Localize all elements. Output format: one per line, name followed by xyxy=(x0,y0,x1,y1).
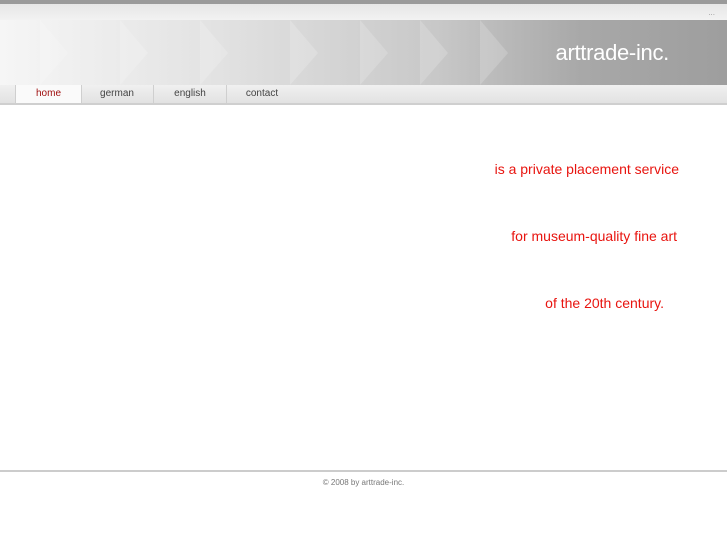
chevron-decoration xyxy=(120,20,148,85)
footer-copyright: © 2008 by arttrade-inc. xyxy=(322,478,405,487)
main-nav: home german english contact xyxy=(0,85,727,105)
chevron-decoration xyxy=(40,20,68,85)
chevron-decoration xyxy=(200,20,228,85)
nav-german[interactable]: german xyxy=(81,85,154,103)
footer-divider xyxy=(0,470,727,472)
tagline-2: for museum-quality fine art xyxy=(511,228,677,244)
nav-contact[interactable]: contact xyxy=(227,85,297,103)
site-logo: arttrade-inc. xyxy=(555,40,670,65)
chevron-decoration xyxy=(480,20,508,85)
chevron-decoration xyxy=(290,20,318,85)
chevron-decoration xyxy=(420,20,448,85)
corner-dots: ... xyxy=(708,8,715,17)
tagline-1: is a private placement service xyxy=(494,161,679,177)
top-strip: ... xyxy=(0,4,727,20)
nav-english[interactable]: english xyxy=(154,85,227,103)
chevron-decoration xyxy=(360,20,388,85)
header-banner: arttrade-inc. xyxy=(0,20,727,85)
tagline-3: of the 20th century. xyxy=(545,295,664,311)
nav-home[interactable]: home xyxy=(15,85,82,103)
